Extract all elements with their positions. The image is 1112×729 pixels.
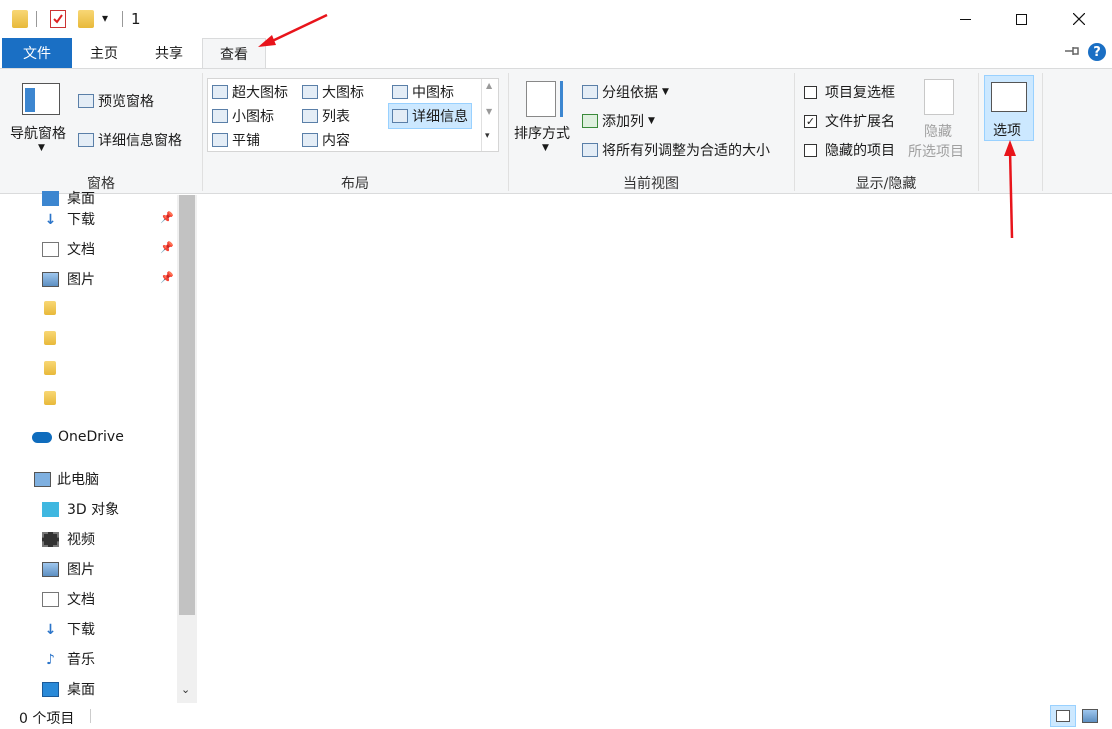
arrow-to-options-button (1004, 140, 1016, 239)
annotation-arrows (258, 13, 1016, 239)
arrow-to-view-tab (258, 13, 328, 47)
